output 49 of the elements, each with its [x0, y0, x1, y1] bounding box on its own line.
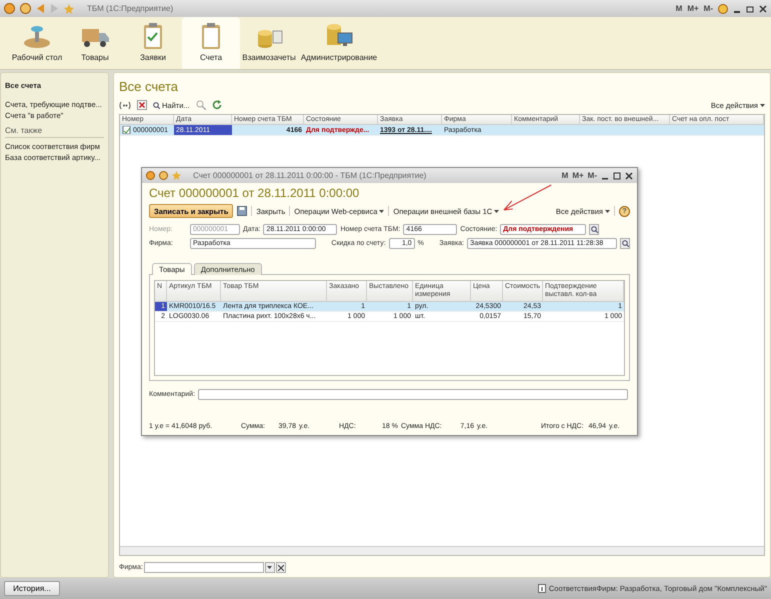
delete-icon[interactable] — [137, 100, 147, 110]
refresh-icon[interactable] — [212, 100, 222, 110]
star-icon[interactable] — [172, 171, 181, 180]
search-button[interactable] — [589, 224, 600, 235]
search-button[interactable] — [620, 238, 630, 249]
firm-filter-field[interactable] — [144, 562, 264, 573]
memory-button[interactable]: M+ — [572, 171, 584, 180]
window-title: ТБМ (1С:Предприятие) — [87, 4, 174, 13]
comment-field[interactable] — [198, 389, 628, 400]
memory-button[interactable]: M — [562, 171, 568, 180]
link-icon[interactable] — [119, 100, 131, 110]
section-tab[interactable]: Администрирование — [298, 17, 380, 69]
close-icon — [278, 564, 284, 570]
memory-button[interactable]: M- — [704, 4, 713, 13]
save-icon[interactable] — [237, 206, 248, 216]
close-icon[interactable] — [625, 172, 633, 180]
search-icon — [622, 240, 628, 247]
clear-button[interactable] — [276, 562, 286, 573]
scrollbar[interactable] — [120, 546, 764, 555]
section-tab[interactable]: Заявки — [124, 17, 182, 69]
caret-icon — [605, 210, 610, 212]
document-icon — [122, 126, 131, 134]
section-tab[interactable]: Взаимозачеты — [240, 17, 298, 69]
maximize-icon[interactable] — [613, 172, 621, 180]
menu-icon[interactable] — [159, 171, 168, 180]
memory-button[interactable]: M — [676, 4, 682, 13]
restore-icon[interactable] — [746, 4, 754, 12]
caret-icon — [267, 566, 272, 569]
document-title: Счет 000000001 от 28.11.2011 0:00:00 — [149, 186, 360, 200]
section-heading: См. также — [5, 126, 104, 138]
list-title: Все счета — [119, 79, 179, 94]
star-icon[interactable] — [64, 4, 74, 14]
window-title: Счет 000000001 от 28.11.2011 0:00:00 - ТБМ (1С:Предприятие) — [193, 171, 426, 180]
search-icon — [590, 226, 598, 233]
caret-icon — [379, 210, 384, 212]
section-tab[interactable]: Рабочий стол — [8, 17, 66, 69]
memory-button[interactable]: M- — [588, 171, 597, 180]
caret-icon — [760, 104, 765, 106]
logo-icon — [146, 171, 155, 180]
history-button[interactable]: История... — [4, 581, 60, 596]
search-icon — [153, 102, 160, 108]
dropdown-button[interactable] — [264, 562, 275, 573]
memory-button[interactable]: M+ — [687, 4, 699, 13]
close-icon[interactable] — [759, 4, 767, 12]
section-tab[interactable]: Товары — [66, 17, 124, 69]
section-tab[interactable]: Счета — [182, 17, 240, 69]
logo-icon — [4, 3, 15, 14]
menu-icon[interactable] — [20, 3, 31, 14]
caret-icon — [494, 210, 500, 212]
